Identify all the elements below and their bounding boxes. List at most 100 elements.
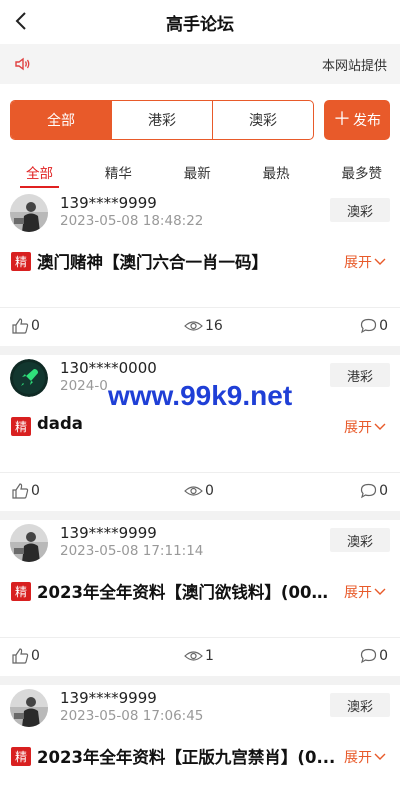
- post-body[interactable]: 精 2023年全年资料【正版九宫禁肖】(0... 展开: [0, 727, 400, 799]
- post-time: 2023-05-08 17:06:45: [60, 708, 204, 724]
- post-username: 139****9999: [60, 689, 157, 707]
- tab-hottest[interactable]: 最热: [263, 154, 290, 190]
- post-footer: 0 1 0: [0, 638, 400, 676]
- post-card[interactable]: 139****9999 2023-05-08 18:48:22 澳彩 精 澳门赌…: [0, 190, 400, 346]
- post-category-tag: 澳彩: [330, 528, 390, 552]
- post-time: 2023-05-08 17:11:14: [60, 543, 204, 559]
- tab-all[interactable]: 全部: [20, 154, 59, 190]
- post-title[interactable]: dada: [37, 414, 337, 433]
- chevron-left-icon: [15, 12, 26, 30]
- page-title: 高手论坛: [166, 14, 234, 35]
- eye-icon: [184, 321, 203, 331]
- notice-text: 本网站提供: [321, 58, 387, 74]
- post-header: 139****9999 2023-05-08 18:48:22 澳彩: [0, 190, 400, 232]
- eye-icon: [184, 651, 203, 661]
- segment-hk[interactable]: 港彩: [111, 101, 212, 139]
- view-count: 1: [205, 648, 214, 664]
- post-username: 130****0000: [60, 359, 157, 377]
- post-header: 139****9999 2023-05-08 17:11:14 澳彩: [0, 520, 400, 562]
- like-count: 0: [31, 318, 40, 334]
- publish-button[interactable]: ＋ 发布: [324, 100, 390, 140]
- expand-label: 展开: [344, 255, 372, 271]
- post-username: 139****9999: [60, 524, 157, 542]
- like-button[interactable]: 0: [12, 648, 40, 664]
- back-button[interactable]: [10, 10, 32, 32]
- plus-icon: ＋: [333, 109, 351, 130]
- like-button[interactable]: 0: [12, 483, 40, 499]
- featured-badge: 精: [11, 747, 31, 766]
- avatar[interactable]: [10, 524, 48, 562]
- notice-bar: 本网站提供: [0, 44, 400, 84]
- post-category-tag: 澳彩: [330, 693, 390, 717]
- post-card[interactable]: 130****0000 2024-0 港彩 精 dada 展开 0 0 0: [0, 355, 400, 511]
- chevron-down-icon: [374, 423, 386, 430]
- user-photo-icon: [10, 194, 48, 232]
- post-category-tag: 澳彩: [330, 198, 390, 222]
- comment-count: 0: [379, 318, 388, 334]
- segment-all[interactable]: 全部: [11, 101, 111, 139]
- chevron-down-icon: [374, 588, 386, 595]
- views: 0: [184, 483, 214, 499]
- rocket-icon: [10, 359, 48, 397]
- comment-button[interactable]: 0: [360, 648, 388, 664]
- post-category-tag: 港彩: [330, 363, 390, 387]
- watermark-text: www.99k9.net: [108, 380, 293, 411]
- featured-badge: 精: [11, 582, 31, 601]
- comment-button[interactable]: 0: [360, 318, 388, 334]
- featured-badge: 精: [11, 252, 31, 271]
- like-button[interactable]: 0: [12, 318, 40, 334]
- post-footer: 0 0 0: [0, 473, 400, 511]
- eye-icon: [184, 486, 203, 496]
- expand-label: 展开: [344, 420, 372, 436]
- thumbs-up-icon: [12, 318, 29, 334]
- category-segmented-control: 全部 港彩 澳彩: [10, 100, 314, 140]
- segment-macau[interactable]: 澳彩: [212, 101, 313, 139]
- comment-icon: [360, 483, 377, 499]
- user-photo-icon: [10, 524, 48, 562]
- expand-button[interactable]: 展开: [344, 252, 386, 272]
- tab-most-liked[interactable]: 最多赞: [342, 154, 383, 190]
- post-username: 139****9999: [60, 194, 157, 212]
- post-header: 139****9999 2023-05-08 17:06:45 澳彩: [0, 685, 400, 727]
- post-time: 2023-05-08 18:48:22: [60, 213, 204, 229]
- app-root: 高手论坛 本网站提供 全部 港彩 澳彩 ＋ 发布 全部 精华 最新 最热 最多赞: [0, 0, 400, 799]
- featured-badge: 精: [11, 417, 31, 436]
- post-card[interactable]: 139****9999 2023-05-08 17:06:45 澳彩 精 202…: [0, 685, 400, 799]
- post-title[interactable]: 澳门赌神【澳门六合一肖一码】: [37, 249, 337, 273]
- thumbs-up-icon: [12, 483, 29, 499]
- publish-label: 发布: [353, 113, 381, 129]
- chevron-down-icon: [374, 753, 386, 760]
- post-body[interactable]: 精 2023年全年资料【澳门欲钱料】(001... 展开: [0, 562, 400, 638]
- avatar[interactable]: [10, 359, 48, 397]
- expand-button[interactable]: 展开: [344, 747, 386, 767]
- post-footer: 0 16 0: [0, 308, 400, 346]
- user-photo-icon: [10, 689, 48, 727]
- chevron-down-icon: [374, 258, 386, 265]
- views: 1: [184, 648, 214, 664]
- tab-latest[interactable]: 最新: [184, 154, 211, 190]
- avatar[interactable]: [10, 689, 48, 727]
- post-title[interactable]: 2023年全年资料【正版九宫禁肖】(0...: [37, 744, 337, 768]
- comment-icon: [360, 318, 377, 334]
- tab-featured[interactable]: 精华: [105, 154, 132, 190]
- filter-tabs: 全部 精华 最新 最热 最多赞: [0, 154, 400, 190]
- views: 16: [184, 318, 223, 334]
- thumbs-up-icon: [12, 648, 29, 664]
- category-bar: 全部 港彩 澳彩 ＋ 发布: [0, 84, 400, 154]
- like-count: 0: [31, 648, 40, 664]
- expand-button[interactable]: 展开: [344, 417, 386, 437]
- view-count: 0: [205, 483, 214, 499]
- comment-button[interactable]: 0: [360, 483, 388, 499]
- expand-button[interactable]: 展开: [344, 582, 386, 602]
- post-title[interactable]: 2023年全年资料【澳门欲钱料】(001...: [37, 579, 337, 603]
- comment-count: 0: [379, 483, 388, 499]
- comment-icon: [360, 648, 377, 664]
- post-card[interactable]: 139****9999 2023-05-08 17:11:14 澳彩 精 202…: [0, 520, 400, 676]
- like-count: 0: [31, 483, 40, 499]
- post-body[interactable]: 精 澳门赌神【澳门六合一肖一码】 展开: [0, 232, 400, 308]
- expand-label: 展开: [344, 750, 372, 766]
- comment-count: 0: [379, 648, 388, 664]
- nav-bar: 高手论坛: [0, 0, 400, 44]
- avatar[interactable]: [10, 194, 48, 232]
- speaker-icon: [15, 57, 30, 71]
